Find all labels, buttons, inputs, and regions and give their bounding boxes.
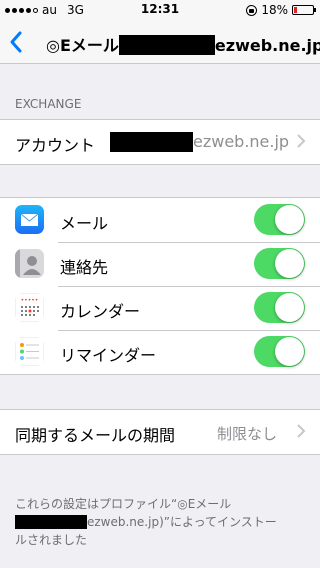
chevron-right-icon	[297, 424, 306, 438]
service-row-contacts: 連絡先	[0, 242, 320, 286]
sync-period-row[interactable]: 同期するメールの期間 制限なし	[0, 410, 320, 454]
reminders-toggle[interactable]	[254, 336, 305, 367]
redacted-block	[118, 35, 215, 55]
mail-icon	[15, 205, 44, 234]
redacted-block	[110, 132, 193, 152]
service-row-reminders: リマインダー	[0, 330, 320, 374]
section-header-exchange: EXCHANGE	[15, 97, 82, 111]
chevron-left-icon[interactable]	[6, 29, 28, 55]
footer-line-2-text: ezweb.ne.jp)”によってインストー	[87, 515, 277, 529]
orientation-lock-icon	[246, 4, 258, 16]
status-right: 18%	[246, 3, 316, 17]
service-row-calendar: ••••• カレンダー	[0, 286, 320, 330]
calendar-icon: •••••	[15, 293, 44, 322]
account-row[interactable]: アカウント ezweb.ne.jp	[0, 120, 320, 164]
account-value: ezweb.ne.jp	[193, 132, 290, 151]
calendar-toggle[interactable]	[254, 292, 305, 323]
sync-period-value: 制限なし	[217, 425, 278, 443]
reminders-icon	[15, 337, 44, 366]
mail-toggle[interactable]	[254, 204, 305, 235]
svg-text:•••••: •••••	[21, 297, 39, 304]
service-label: カレンダー	[60, 302, 141, 321]
status-bar: au 3G 12:31 18%	[0, 0, 320, 20]
battery-percentage: 18%	[261, 3, 288, 17]
account-label: アカウント	[15, 136, 96, 155]
sync-group: 同期するメールの期間 制限なし	[0, 409, 320, 455]
title-suffix: ezweb.ne.jp)	[214, 36, 320, 55]
service-row-mail: メール	[0, 198, 320, 242]
contacts-icon	[15, 249, 44, 278]
sync-period-label: 同期するメールの期間	[15, 426, 176, 445]
page-title: ◎Eメール ezweb.ne.jp)	[46, 32, 320, 56]
footer-line-1: これらの設定はプロファイル“◎Eメール	[15, 497, 232, 511]
service-label: 連絡先	[60, 258, 109, 277]
account-group: アカウント ezweb.ne.jp	[0, 119, 320, 165]
contacts-toggle[interactable]	[254, 248, 305, 279]
profile-footer-note: これらの設定はプロファイル“◎Eメール ezweb.ne.jp)”によってインス…	[15, 495, 305, 549]
navigation-bar: ◎Eメール ezweb.ne.jp)	[0, 20, 320, 64]
services-group: メール 連絡先 ••••• カレンダー リマインダー	[0, 197, 320, 375]
footer-line-2: ezweb.ne.jp)”によってインストー	[15, 513, 305, 531]
service-label: メール	[60, 214, 109, 233]
service-label: リマインダー	[60, 346, 157, 365]
chevron-right-icon	[297, 134, 306, 148]
footer-line-3: ルされました	[15, 533, 88, 547]
battery-icon	[292, 5, 316, 15]
redacted-block	[15, 515, 87, 529]
title-prefix: ◎Eメール	[46, 36, 119, 55]
